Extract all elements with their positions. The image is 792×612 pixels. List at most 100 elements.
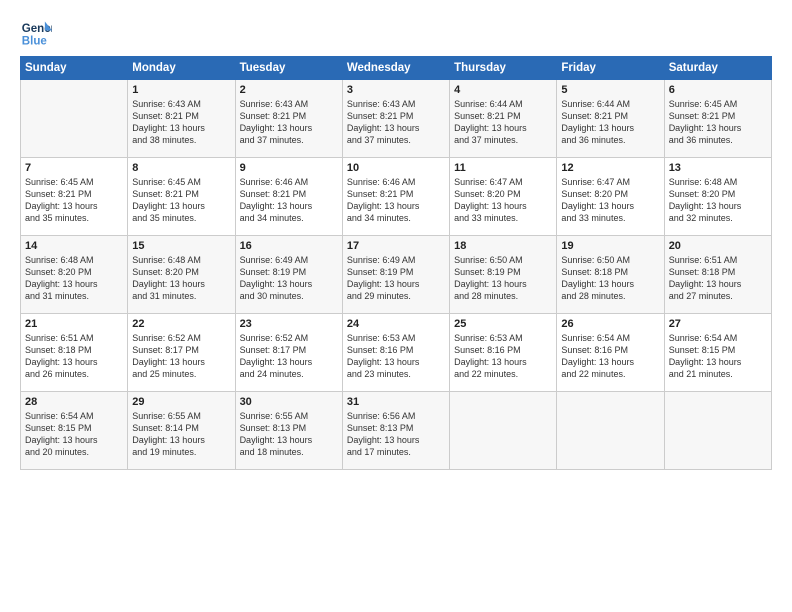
cell-content: Sunrise: 6:50 AM Sunset: 8:19 PM Dayligh… <box>454 254 552 303</box>
calendar-cell: 9 Sunrise: 6:46 AM Sunset: 8:21 PM Daylig… <box>235 158 342 236</box>
calendar-cell: 17 Sunrise: 6:49 AM Sunset: 8:19 PM Dayli… <box>342 236 449 314</box>
calendar-cell: 6 Sunrise: 6:45 AM Sunset: 8:21 PM Daylig… <box>664 80 771 158</box>
cell-content: Sunrise: 6:51 AM Sunset: 8:18 PM Dayligh… <box>669 254 767 303</box>
calendar-cell: 1 Sunrise: 6:43 AM Sunset: 8:21 PM Daylig… <box>128 80 235 158</box>
calendar-cell: 10 Sunrise: 6:46 AM Sunset: 8:21 PM Dayli… <box>342 158 449 236</box>
day-number: 4 <box>454 84 552 96</box>
calendar-cell: 2 Sunrise: 6:43 AM Sunset: 8:21 PM Daylig… <box>235 80 342 158</box>
day-number: 8 <box>132 162 230 174</box>
cell-content: Sunrise: 6:52 AM Sunset: 8:17 PM Dayligh… <box>240 332 338 381</box>
day-number: 3 <box>347 84 445 96</box>
week-row-5: 28 Sunrise: 6:54 AM Sunset: 8:15 PM Dayli… <box>21 392 772 470</box>
calendar-cell: 31 Sunrise: 6:56 AM Sunset: 8:13 PM Dayli… <box>342 392 449 470</box>
day-number: 15 <box>132 240 230 252</box>
calendar-cell: 25 Sunrise: 6:53 AM Sunset: 8:16 PM Dayli… <box>450 314 557 392</box>
day-number: 28 <box>25 396 123 408</box>
day-number: 26 <box>561 318 659 330</box>
day-number: 17 <box>347 240 445 252</box>
calendar-cell: 15 Sunrise: 6:48 AM Sunset: 8:20 PM Dayli… <box>128 236 235 314</box>
calendar-cell: 11 Sunrise: 6:47 AM Sunset: 8:20 PM Dayli… <box>450 158 557 236</box>
cell-content: Sunrise: 6:54 AM Sunset: 8:15 PM Dayligh… <box>25 410 123 459</box>
day-number: 25 <box>454 318 552 330</box>
cell-content: Sunrise: 6:48 AM Sunset: 8:20 PM Dayligh… <box>669 176 767 225</box>
calendar-cell: 12 Sunrise: 6:47 AM Sunset: 8:20 PM Dayli… <box>557 158 664 236</box>
calendar-cell: 7 Sunrise: 6:45 AM Sunset: 8:21 PM Daylig… <box>21 158 128 236</box>
cell-content: Sunrise: 6:53 AM Sunset: 8:16 PM Dayligh… <box>347 332 445 381</box>
day-number: 27 <box>669 318 767 330</box>
day-number: 11 <box>454 162 552 174</box>
cell-content: Sunrise: 6:45 AM Sunset: 8:21 PM Dayligh… <box>669 98 767 147</box>
day-number: 10 <box>347 162 445 174</box>
calendar-cell: 30Sunrise: 6:55 AM Sunset: 8:13 PM Dayli… <box>235 392 342 470</box>
cell-content: Sunrise: 6:44 AM Sunset: 8:21 PM Dayligh… <box>454 98 552 147</box>
column-header-thursday: Thursday <box>450 57 557 80</box>
day-number: 30 <box>240 396 338 408</box>
calendar-cell: 24 Sunrise: 6:53 AM Sunset: 8:16 PM Dayli… <box>342 314 449 392</box>
cell-content: Sunrise: 6:46 AM Sunset: 8:21 PM Dayligh… <box>240 176 338 225</box>
cell-content: Sunrise: 6:56 AM Sunset: 8:13 PM Dayligh… <box>347 410 445 459</box>
calendar-table: SundayMondayTuesdayWednesdayThursdayFrid… <box>20 56 772 470</box>
svg-text:Blue: Blue <box>22 36 48 48</box>
cell-content: Sunrise: 6:43 AM Sunset: 8:21 PM Dayligh… <box>132 98 230 147</box>
calendar-cell: 16 Sunrise: 6:49 AM Sunset: 8:19 PM Dayli… <box>235 236 342 314</box>
day-number: 20 <box>669 240 767 252</box>
calendar-cell: 26 Sunrise: 6:54 AM Sunset: 8:16 PM Dayli… <box>557 314 664 392</box>
week-row-3: 14Sunrise: 6:48 AM Sunset: 8:20 PM Dayli… <box>21 236 772 314</box>
logo: General Blue <box>20 18 52 50</box>
calendar-cell: 8 Sunrise: 6:45 AM Sunset: 8:21 PM Daylig… <box>128 158 235 236</box>
calendar-cell: 27 Sunrise: 6:54 AM Sunset: 8:15 PM Dayli… <box>664 314 771 392</box>
day-number: 1 <box>132 84 230 96</box>
column-header-saturday: Saturday <box>664 57 771 80</box>
cell-content: Sunrise: 6:47 AM Sunset: 8:20 PM Dayligh… <box>561 176 659 225</box>
day-number: 22 <box>132 318 230 330</box>
day-number: 9 <box>240 162 338 174</box>
cell-content: Sunrise: 6:43 AM Sunset: 8:21 PM Dayligh… <box>240 98 338 147</box>
day-number: 31 <box>347 396 445 408</box>
column-header-wednesday: Wednesday <box>342 57 449 80</box>
calendar-cell: 18Sunrise: 6:50 AM Sunset: 8:19 PM Dayli… <box>450 236 557 314</box>
calendar-body: 1 Sunrise: 6:43 AM Sunset: 8:21 PM Daylig… <box>21 80 772 470</box>
calendar-cell: 14Sunrise: 6:48 AM Sunset: 8:20 PM Dayli… <box>21 236 128 314</box>
logo-icon: General Blue <box>20 18 52 50</box>
week-row-4: 21 Sunrise: 6:51 AM Sunset: 8:18 PM Dayli… <box>21 314 772 392</box>
column-header-monday: Monday <box>128 57 235 80</box>
cell-content: Sunrise: 6:53 AM Sunset: 8:16 PM Dayligh… <box>454 332 552 381</box>
calendar-cell: 29Sunrise: 6:55 AM Sunset: 8:14 PM Dayli… <box>128 392 235 470</box>
calendar-cell: 22 Sunrise: 6:52 AM Sunset: 8:17 PM Dayli… <box>128 314 235 392</box>
calendar-cell: 3Sunrise: 6:43 AM Sunset: 8:21 PM Daylig… <box>342 80 449 158</box>
week-row-1: 1 Sunrise: 6:43 AM Sunset: 8:21 PM Daylig… <box>21 80 772 158</box>
page-container: General Blue SundayMondayTuesdayWednesda… <box>0 0 792 480</box>
calendar-cell <box>557 392 664 470</box>
calendar-cell: 5 Sunrise: 6:44 AM Sunset: 8:21 PM Daylig… <box>557 80 664 158</box>
column-headers: SundayMondayTuesdayWednesdayThursdayFrid… <box>21 57 772 80</box>
cell-content: Sunrise: 6:44 AM Sunset: 8:21 PM Dayligh… <box>561 98 659 147</box>
day-number: 16 <box>240 240 338 252</box>
day-number: 12 <box>561 162 659 174</box>
day-number: 21 <box>25 318 123 330</box>
day-number: 13 <box>669 162 767 174</box>
column-header-friday: Friday <box>557 57 664 80</box>
cell-content: Sunrise: 6:48 AM Sunset: 8:20 PM Dayligh… <box>132 254 230 303</box>
cell-content: Sunrise: 6:46 AM Sunset: 8:21 PM Dayligh… <box>347 176 445 225</box>
cell-content: Sunrise: 6:45 AM Sunset: 8:21 PM Dayligh… <box>25 176 123 225</box>
day-number: 2 <box>240 84 338 96</box>
cell-content: Sunrise: 6:49 AM Sunset: 8:19 PM Dayligh… <box>347 254 445 303</box>
cell-content: Sunrise: 6:47 AM Sunset: 8:20 PM Dayligh… <box>454 176 552 225</box>
calendar-cell <box>450 392 557 470</box>
calendar-cell: 23Sunrise: 6:52 AM Sunset: 8:17 PM Dayli… <box>235 314 342 392</box>
day-number: 6 <box>669 84 767 96</box>
cell-content: Sunrise: 6:51 AM Sunset: 8:18 PM Dayligh… <box>25 332 123 381</box>
cell-content: Sunrise: 6:45 AM Sunset: 8:21 PM Dayligh… <box>132 176 230 225</box>
day-number: 5 <box>561 84 659 96</box>
cell-content: Sunrise: 6:52 AM Sunset: 8:17 PM Dayligh… <box>132 332 230 381</box>
cell-content: Sunrise: 6:55 AM Sunset: 8:14 PM Dayligh… <box>132 410 230 459</box>
cell-content: Sunrise: 6:49 AM Sunset: 8:19 PM Dayligh… <box>240 254 338 303</box>
column-header-tuesday: Tuesday <box>235 57 342 80</box>
cell-content: Sunrise: 6:54 AM Sunset: 8:15 PM Dayligh… <box>669 332 767 381</box>
day-number: 24 <box>347 318 445 330</box>
day-number: 7 <box>25 162 123 174</box>
cell-content: Sunrise: 6:48 AM Sunset: 8:20 PM Dayligh… <box>25 254 123 303</box>
calendar-cell: 13 Sunrise: 6:48 AM Sunset: 8:20 PM Dayli… <box>664 158 771 236</box>
cell-content: Sunrise: 6:54 AM Sunset: 8:16 PM Dayligh… <box>561 332 659 381</box>
calendar-cell: 4 Sunrise: 6:44 AM Sunset: 8:21 PM Daylig… <box>450 80 557 158</box>
